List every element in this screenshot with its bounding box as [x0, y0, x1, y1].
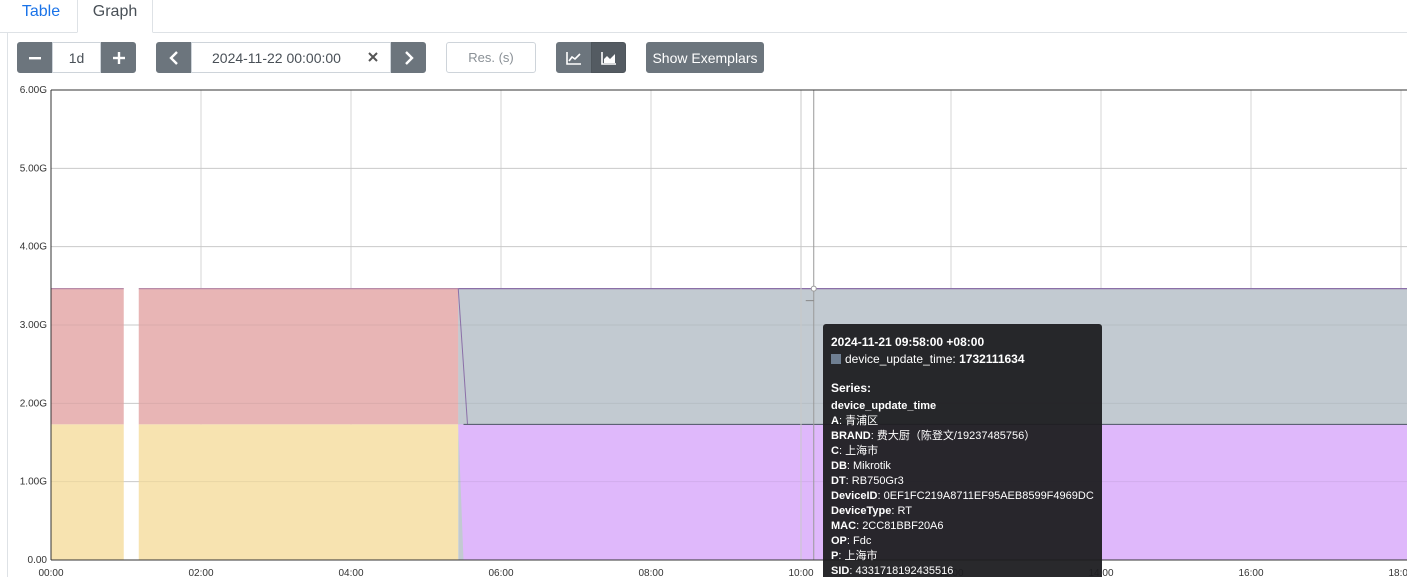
- tooltip-label-row: DT: RB750Gr3: [831, 474, 1094, 489]
- tooltip-label-row: DeviceID: 0EF1FC219A8711EF95AEB8599F4969…: [831, 489, 1094, 504]
- x-tick-label: 00:00: [38, 568, 63, 577]
- y-tick-label: 0.00: [28, 555, 48, 566]
- tooltip-label-key: SID: [831, 565, 850, 577]
- area-series-1: [51, 424, 124, 560]
- tooltip-label-row: OP: Fdc: [831, 534, 1094, 549]
- x-tick-label: 04:00: [338, 568, 363, 577]
- y-tick-label: 3.00G: [20, 320, 47, 331]
- tooltip-label-value: Mikrotik: [853, 460, 891, 472]
- tooltip-label-key: A: [831, 415, 839, 427]
- tooltip-metric-name: device_update_time: [845, 352, 953, 366]
- tooltip-label-row: SID: 4331718192435516: [831, 564, 1094, 577]
- tooltip-label-key: DeviceID: [831, 490, 878, 502]
- tooltip-time: 2024-11-21 09:58:00 +08:00: [831, 335, 985, 349]
- tooltip-label-key: DeviceType: [831, 505, 892, 517]
- tooltip-label-key: OP: [831, 535, 847, 547]
- tooltip-label-value: 上海市: [844, 550, 878, 562]
- tooltip-label-value: 上海市: [845, 445, 879, 457]
- tooltip-label-value: RT: [897, 505, 912, 517]
- y-tick-label: 6.00G: [20, 85, 47, 96]
- tooltip-label-value: 2CC81BBF20A6: [862, 520, 944, 532]
- tooltip-label-row: MAC: 2CC81BBF20A6: [831, 519, 1094, 534]
- x-tick-label: 16:00: [1238, 568, 1263, 577]
- graph-tooltip: 2024-11-21 09:58:00 +08:00 device_update…: [823, 324, 1102, 577]
- tooltip-label-value: Fdc: [853, 535, 872, 547]
- area-series-2: [138, 288, 459, 425]
- tooltip-label-key: C: [831, 445, 839, 457]
- tooltip-label-row: DeviceType: RT: [831, 504, 1094, 519]
- tooltip-series-heading: Series:: [831, 381, 872, 395]
- y-tick-label: 4.00G: [20, 242, 47, 253]
- tooltip-label-key: MAC: [831, 520, 857, 532]
- graph-chart[interactable]: 0.00 1.00G 2.00G 3.00G 4.00G 5.00G 6.00G 00:00 0…: [0, 0, 1407, 577]
- y-tick-label: 2.00G: [20, 398, 47, 409]
- tooltip-label-row: A: 青浦区: [831, 414, 1094, 429]
- tooltip-label-row: DB: Mikrotik: [831, 459, 1094, 474]
- tooltip-label-key: DB: [831, 460, 847, 472]
- tooltip-label-key: BRAND: [831, 430, 871, 442]
- tooltip-label-row: P: 上海市: [831, 549, 1094, 564]
- tooltip-label-row: BRAND: 费大厨（陈登文/19237485756）: [831, 429, 1094, 444]
- tooltip-label-value: RB750Gr3: [851, 475, 904, 487]
- y-tick-label: 1.00G: [20, 477, 47, 488]
- tooltip-label-key: DT: [831, 475, 846, 487]
- area-series-2: [51, 288, 124, 425]
- x-tick-label: 02:00: [188, 568, 213, 577]
- tooltip-label-value: 0EF1FC219A8711EF95AEB8599F4969DC: [883, 490, 1094, 502]
- x-tick-label: 18:00: [1388, 568, 1407, 577]
- x-tick-label: 10:00: [788, 568, 813, 577]
- tooltip-label-list: A: 青浦区 BRAND: 费大厨（陈登文/19237485756） C: 上海市 D…: [831, 414, 1094, 577]
- hover-point: [810, 285, 817, 292]
- area-series-1: [138, 424, 459, 560]
- tooltip-label-value: 青浦区: [845, 415, 879, 427]
- graph-panel: Table Graph 1d 2024-11-22 00:00:00 Res. …: [0, 0, 1407, 577]
- tooltip-value: 1732111634: [959, 352, 1025, 366]
- tooltip-label-value: 费大厨（陈登文/19237485756）: [876, 430, 1036, 442]
- x-tick-label: 08:00: [638, 568, 663, 577]
- series-color-swatch: [831, 354, 841, 364]
- tooltip-label-value: 4331718192435516: [855, 565, 954, 577]
- y-tick-label: 5.00G: [20, 163, 47, 174]
- tooltip-value-separator: :: [952, 352, 960, 366]
- tooltip-label-row: C: 上海市: [831, 444, 1094, 459]
- tooltip-series-metric: device_update_time: [831, 400, 937, 412]
- tooltip-value-row: device_update_time: 1732111634: [831, 350, 1094, 368]
- x-tick-label: 06:00: [488, 568, 513, 577]
